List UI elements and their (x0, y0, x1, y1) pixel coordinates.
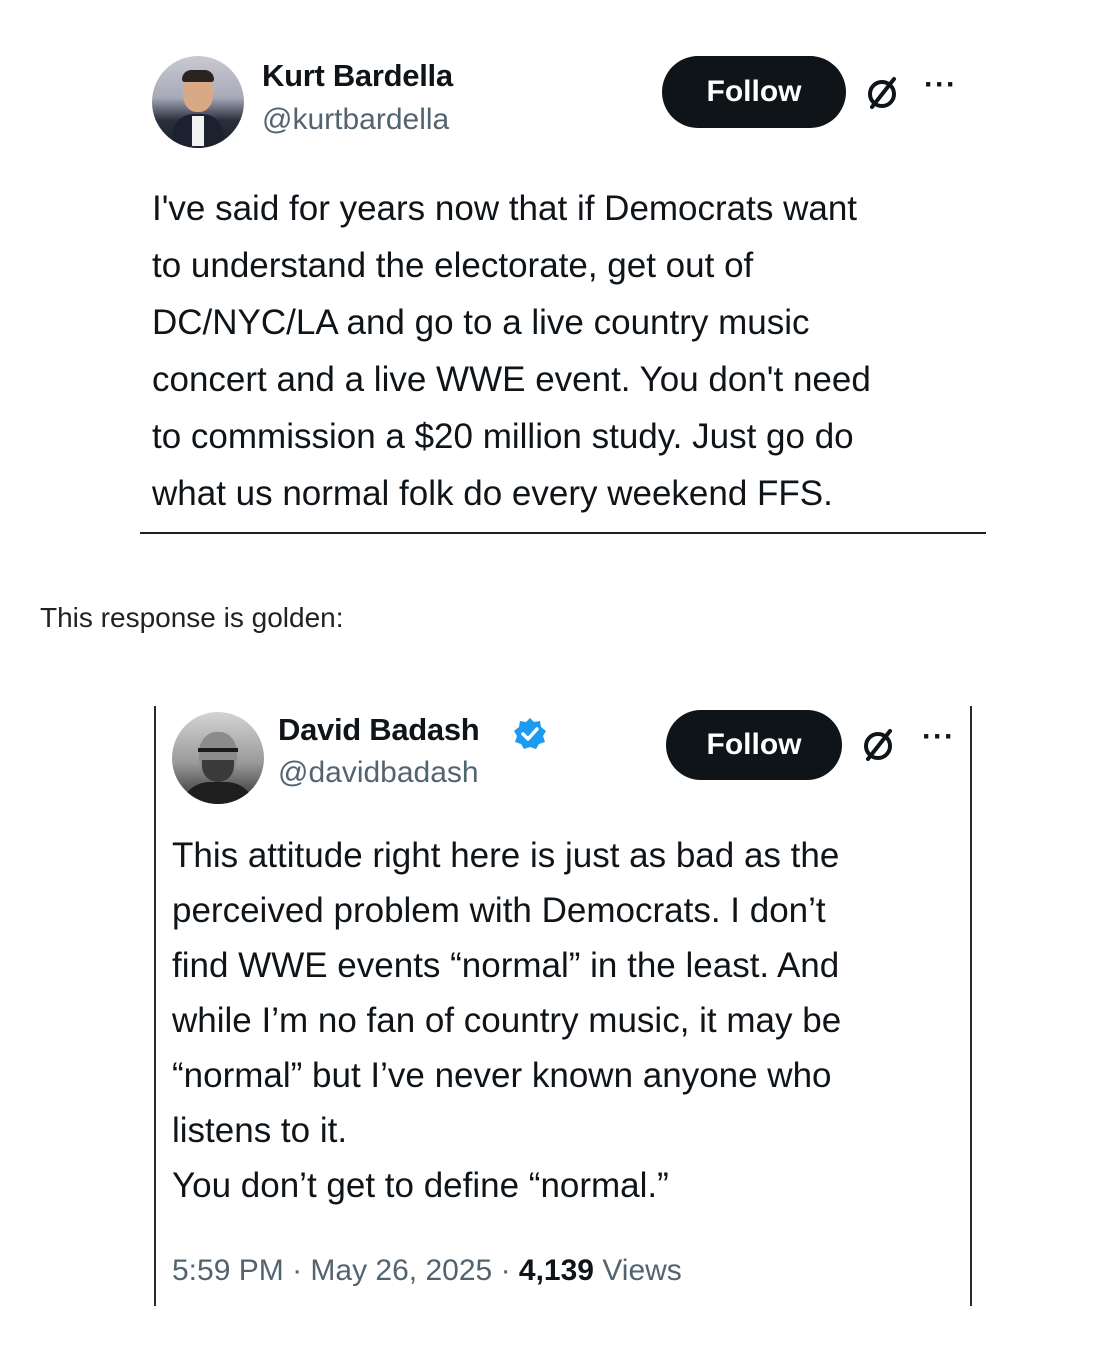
author-name[interactable]: David Badash (278, 712, 480, 748)
avatar-kurt-bardella[interactable] (152, 56, 244, 148)
caption-text: This response is golden: (40, 602, 344, 633)
tweet-text: This attitude right here is just as bad … (172, 836, 842, 1205)
author-name[interactable]: Kurt Bardella (262, 58, 453, 94)
more-dots-icon[interactable]: ··· (922, 720, 955, 754)
tweet-time[interactable]: 5:59 PM (172, 1254, 284, 1287)
tweet-david-badash: David Badash @davidbadash Follow ··· Thi… (154, 706, 972, 1306)
circle-slash-icon[interactable] (864, 74, 902, 112)
circle-slash-icon[interactable] (860, 726, 898, 764)
views-count: 4,139 (518, 1254, 594, 1287)
follow-button[interactable]: Follow (662, 56, 846, 128)
avatar-david-badash[interactable] (172, 712, 264, 804)
author-handle[interactable]: @davidbadash (278, 756, 479, 790)
tweet-kurt-bardella: Kurt Bardella @kurtbardella Follow ··· I… (140, 40, 986, 534)
meta-separator: · (500, 1254, 511, 1287)
meta-separator: · (292, 1254, 303, 1287)
more-dots-icon[interactable]: ··· (924, 68, 957, 102)
follow-button[interactable]: Follow (666, 710, 842, 780)
views-label: Views (602, 1254, 682, 1287)
tweet-text: I've said for years now that if Democrat… (152, 189, 871, 513)
tweet-date[interactable]: May 26, 2025 (310, 1254, 492, 1287)
author-handle[interactable]: @kurtbardella (262, 103, 449, 137)
verified-badge-icon (514, 718, 546, 749)
tweet-meta: 5:59 PM · May 26, 2025 · 4,139 Views (172, 1254, 682, 1288)
